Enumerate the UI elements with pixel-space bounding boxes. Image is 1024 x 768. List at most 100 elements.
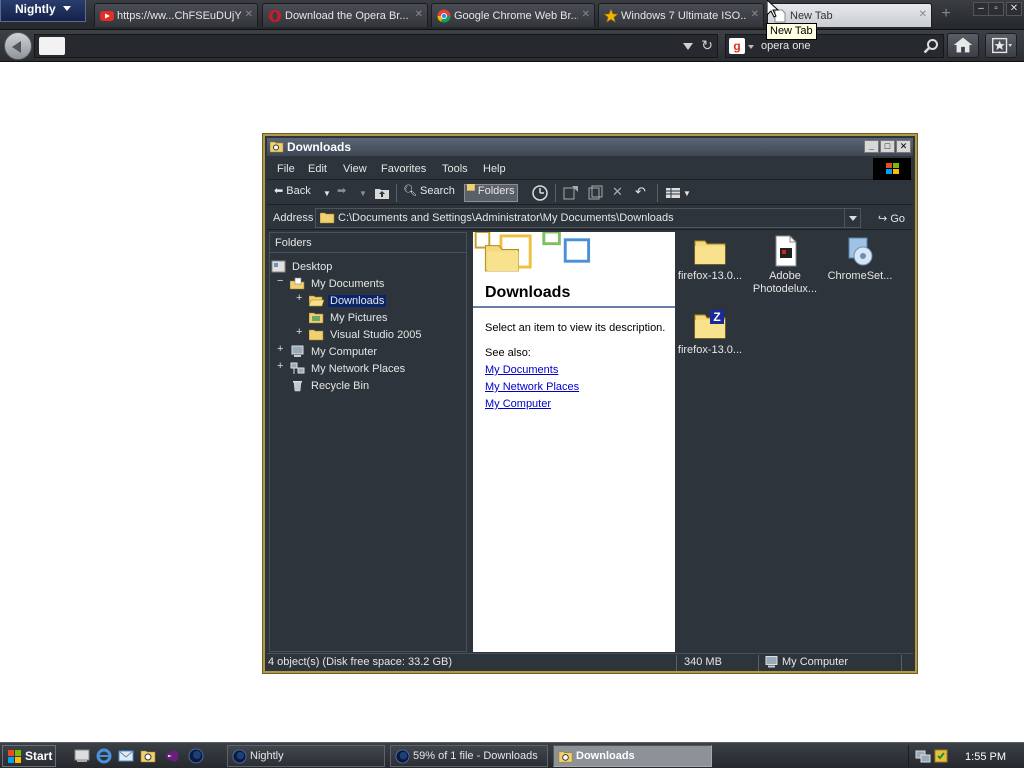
maximize-button[interactable]: □ — [880, 140, 895, 153]
chevron-down-icon[interactable] — [748, 45, 754, 49]
visual-studio-icon[interactable] — [164, 748, 180, 764]
folders-button[interactable]: ▀ Folders — [464, 184, 518, 202]
tab-chrome[interactable]: Google Chrome Web Br... ✕ — [431, 3, 595, 27]
mouse-cursor-icon — [767, 0, 779, 18]
taskbar-button-download-progress[interactable]: 59% of 1 file - Downloads — [390, 745, 548, 767]
history-dropdown-icon[interactable] — [683, 43, 693, 50]
explorer-icon[interactable] — [140, 748, 156, 764]
explorer-icon — [558, 751, 573, 763]
home-button[interactable] — [947, 33, 979, 58]
expand-icon[interactable]: + — [277, 343, 283, 355]
taskbar-button-label: 59% of 1 file - Downloads — [413, 750, 538, 762]
collapse-icon[interactable]: − — [277, 275, 283, 287]
forward-button[interactable]: ➡ — [337, 184, 346, 202]
bookmarks-button[interactable] — [985, 33, 1017, 58]
network-tray-icon[interactable] — [915, 748, 931, 764]
menu-bar: File Edit View Favorites Tools Help — [267, 158, 913, 180]
star-icon — [604, 9, 618, 23]
tree-label: My Documents — [311, 278, 385, 290]
search-bar[interactable]: g opera one — [725, 34, 944, 58]
folders-label: Folders — [477, 185, 515, 197]
close-window-button[interactable]: ✕ — [1006, 2, 1022, 16]
close-icon[interactable]: ✕ — [582, 9, 590, 20]
tab-windows7[interactable]: Windows 7 Ultimate ISO... ✕ — [598, 3, 764, 27]
maximize-button[interactable]: ▫ — [988, 2, 1004, 16]
clock: 1:55 PM — [965, 751, 1006, 763]
taskbar-button-nightly[interactable]: Nightly — [227, 745, 385, 767]
expand-icon[interactable]: + — [277, 360, 283, 372]
site-identity-icon[interactable] — [39, 37, 65, 55]
recycle-bin-icon — [293, 381, 302, 392]
go-button[interactable]: ↪ Go — [878, 212, 905, 225]
undo-icon[interactable]: ↶ — [635, 184, 646, 202]
views-dropdown[interactable]: ▼ — [683, 189, 691, 207]
google-icon[interactable]: g — [729, 38, 745, 54]
address-path: C:\Documents and Settings\Administrator\… — [338, 212, 674, 224]
toolbar-separator — [555, 184, 556, 202]
taskbar: Start Nightly 59% of 1 file - Downloads … — [0, 742, 1024, 768]
app-menu-button[interactable]: Nightly — [0, 0, 86, 22]
my-documents-icon — [290, 277, 305, 290]
computer-icon — [291, 345, 304, 357]
search-button[interactable]: 🔍︎ Search — [403, 184, 455, 202]
copy-to-icon[interactable] — [587, 184, 605, 202]
link-my-network-places[interactable]: My Network Places — [485, 381, 579, 393]
nightly-icon — [395, 749, 410, 764]
window-title-bar[interactable]: Downloads _ □ ✕ — [267, 138, 913, 156]
close-icon[interactable]: ✕ — [415, 9, 423, 20]
nightly-icon[interactable] — [188, 748, 204, 764]
taskbar-button-downloads[interactable]: Downloads — [553, 745, 712, 767]
security-tray-icon[interactable] — [933, 748, 949, 764]
internet-explorer-icon[interactable] — [96, 748, 112, 764]
file-item-chrome-setup[interactable]: ChromeSet... — [822, 234, 898, 283]
delete-icon[interactable]: ✕ — [612, 184, 623, 202]
menu-edit[interactable]: Edit — [308, 163, 327, 175]
menu-view[interactable]: View — [343, 163, 367, 175]
move-to-icon[interactable] — [562, 184, 580, 202]
minimize-button[interactable]: _ — [864, 140, 879, 153]
file-item-firefox-zip[interactable]: Z firefox-13.0... — [672, 308, 748, 357]
back-button[interactable]: ⬅ Back — [274, 184, 311, 202]
back-button[interactable] — [4, 32, 32, 60]
close-button[interactable]: ✕ — [896, 140, 911, 153]
address-bar: Address C:\Documents and Settings\Admini… — [267, 206, 913, 230]
search-label: Search — [420, 185, 455, 197]
tab-opera[interactable]: Download the Opera Br... ✕ — [262, 3, 428, 27]
up-folder-icon[interactable] — [374, 184, 390, 202]
file-item-firefox-folder[interactable]: firefox-13.0... — [672, 234, 748, 283]
close-icon[interactable]: ✕ — [245, 9, 253, 20]
search-icon[interactable] — [923, 38, 939, 54]
link-my-documents[interactable]: My Documents — [485, 364, 558, 376]
back-dropdown[interactable]: ▼ — [323, 189, 331, 207]
menu-favorites[interactable]: Favorites — [381, 163, 426, 175]
views-icon[interactable] — [665, 184, 681, 202]
zip-folder-icon: Z — [694, 310, 726, 339]
new-tab-button[interactable]: + — [935, 5, 957, 25]
history-icon[interactable] — [531, 184, 549, 202]
chevron-down-icon — [63, 6, 71, 11]
toolbar-separator — [657, 184, 658, 202]
start-button[interactable]: Start — [2, 745, 56, 767]
expand-icon[interactable]: + — [296, 292, 302, 304]
close-icon[interactable]: ✕ — [919, 9, 927, 20]
details-description: Select an item to view its description. — [485, 322, 666, 334]
url-bar[interactable]: ↻ — [34, 34, 718, 58]
address-input[interactable]: C:\Documents and Settings\Administrator\… — [315, 208, 861, 228]
standard-toolbar: ⬅ Back ▼ ➡ ▼ 🔍︎ Search ▀ Folders ✕ ↶ ▼ — [267, 181, 913, 205]
forward-dropdown[interactable]: ▼ — [359, 189, 367, 207]
expand-icon[interactable]: + — [296, 326, 302, 338]
reload-icon[interactable]: ↻ — [701, 37, 713, 54]
menu-file[interactable]: File — [277, 163, 295, 175]
close-icon[interactable]: ✕ — [751, 9, 759, 20]
minimize-button[interactable]: – — [973, 2, 989, 16]
show-desktop-icon[interactable] — [74, 748, 90, 764]
link-my-computer[interactable]: My Computer — [485, 398, 551, 410]
menu-help[interactable]: Help — [483, 163, 506, 175]
chevron-down-icon[interactable] — [844, 209, 860, 227]
menu-tools[interactable]: Tools — [442, 163, 468, 175]
search-input[interactable]: opera one — [761, 40, 811, 52]
tab-youtube[interactable]: https://ww...ChFSEuDUjY ✕ — [94, 3, 258, 27]
outlook-express-icon[interactable] — [118, 748, 134, 764]
desktop-icon — [271, 260, 286, 273]
file-item-adobe-photodeluxe[interactable]: Adobe Photodelux... — [747, 234, 823, 296]
